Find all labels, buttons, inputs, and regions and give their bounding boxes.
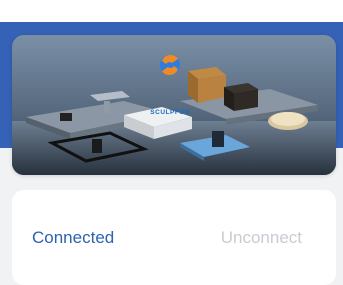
unconnect-button[interactable]: Unconnect [221,228,302,248]
connection-status-label: Connected [32,228,115,247]
connection-status-card: Connected Unconnect [12,190,336,285]
product-banner-image: SCULPFUN [12,35,336,175]
brand-logo-text: SCULPFUN [150,109,190,116]
laser-engravers-illustration [12,35,336,175]
